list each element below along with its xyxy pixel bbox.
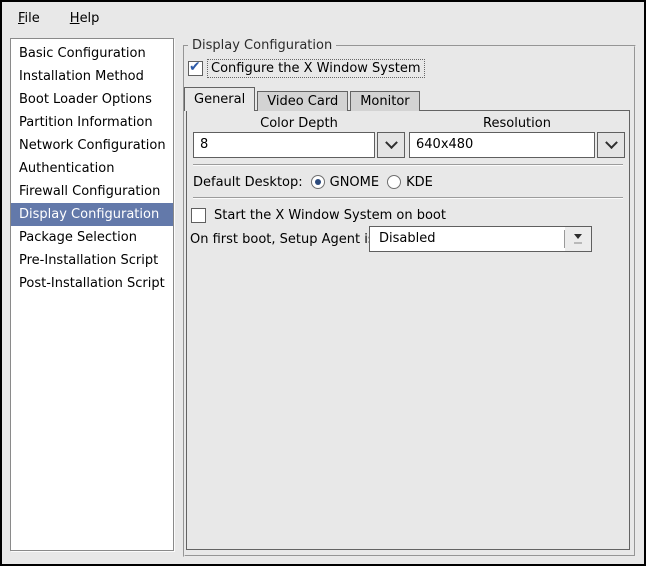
triangle-down-icon: [574, 234, 582, 239]
start-x-label[interactable]: Start the X Window System on boot: [214, 208, 446, 223]
setup-agent-value: Disabled: [379, 231, 436, 246]
sidebar-item-pre-installation-script[interactable]: Pre-Installation Script: [11, 249, 173, 272]
sidebar-item-installation-method[interactable]: Installation Method: [11, 65, 173, 88]
gnome-radio[interactable]: [310, 175, 325, 189]
kde-radio-group[interactable]: KDE: [387, 175, 433, 190]
sidebar-item-firewall-configuration[interactable]: Firewall Configuration: [11, 180, 173, 203]
kickstart-configurator-window: File Help Basic Configuration Installati…: [0, 0, 646, 566]
kde-radio[interactable]: [387, 175, 402, 189]
configure-x-label[interactable]: Configure the X Window System: [207, 58, 425, 78]
setup-agent-label: On first boot, Setup Agent is:: [190, 231, 380, 247]
configure-x-checkbox[interactable]: ✔: [188, 58, 203, 76]
sidebar-item-boot-loader-options[interactable]: Boot Loader Options: [11, 88, 173, 111]
start-x-checkbox[interactable]: [191, 207, 206, 223]
frame-title: Display Configuration: [188, 38, 337, 53]
checkmark-icon: ✔: [189, 58, 201, 75]
sidebar-item-post-installation-script[interactable]: Post-Installation Script: [11, 272, 173, 295]
color-depth-value[interactable]: 8: [193, 132, 375, 158]
chevron-down-icon: [384, 135, 398, 149]
sidebar-item-basic-configuration[interactable]: Basic Configuration: [11, 42, 173, 65]
option-menu-indicator: [565, 227, 591, 251]
general-tab-page: Color Depth Resolution 8 640x480 Default…: [186, 110, 630, 550]
color-depth-label: Color Depth: [260, 116, 338, 131]
resolution-dropdown-button[interactable]: [597, 132, 625, 158]
resolution-label: Resolution: [483, 116, 551, 131]
sidebar-item-package-selection[interactable]: Package Selection: [11, 226, 173, 249]
color-depth-combo: 8: [193, 132, 405, 158]
tab-video-card[interactable]: Video Card: [257, 91, 349, 111]
menu-file[interactable]: File: [14, 9, 44, 28]
resolution-value[interactable]: 640x480: [409, 132, 595, 158]
menu-help[interactable]: Help: [66, 9, 104, 28]
notebook-tabs: General Video Card Monitor: [184, 87, 422, 111]
chevron-down-icon: [604, 135, 618, 149]
color-depth-dropdown-button[interactable]: [377, 132, 405, 158]
tab-monitor[interactable]: Monitor: [350, 91, 420, 111]
gnome-radio-group[interactable]: GNOME: [310, 174, 380, 190]
kde-radio-label: KDE: [406, 174, 433, 190]
indicator-dash: [574, 242, 582, 244]
category-list: Basic Configuration Installation Method …: [10, 38, 174, 551]
resolution-combo: 640x480: [409, 132, 625, 158]
start-x-row: Start the X Window System on boot: [191, 205, 446, 225]
default-desktop-row: Default Desktop: GNOME KDE: [193, 171, 433, 193]
sidebar-item-network-configuration[interactable]: Network Configuration: [11, 134, 173, 157]
default-desktop-label: Default Desktop:: [193, 174, 303, 190]
sidebar-item-display-configuration[interactable]: Display Configuration: [11, 203, 173, 226]
setup-agent-row: On first boot, Setup Agent is: Disabled: [190, 226, 592, 252]
tab-general[interactable]: General: [184, 87, 256, 111]
menubar: File Help: [2, 2, 644, 34]
separator: [193, 197, 623, 199]
setup-agent-dropdown[interactable]: Disabled: [369, 226, 592, 252]
separator: [193, 164, 623, 166]
gnome-radio-label: GNOME: [329, 174, 380, 190]
sidebar-item-partition-information[interactable]: Partition Information: [11, 111, 173, 134]
configure-x-row: ✔ Configure the X Window System: [188, 57, 425, 79]
sidebar-item-authentication[interactable]: Authentication: [11, 157, 173, 180]
